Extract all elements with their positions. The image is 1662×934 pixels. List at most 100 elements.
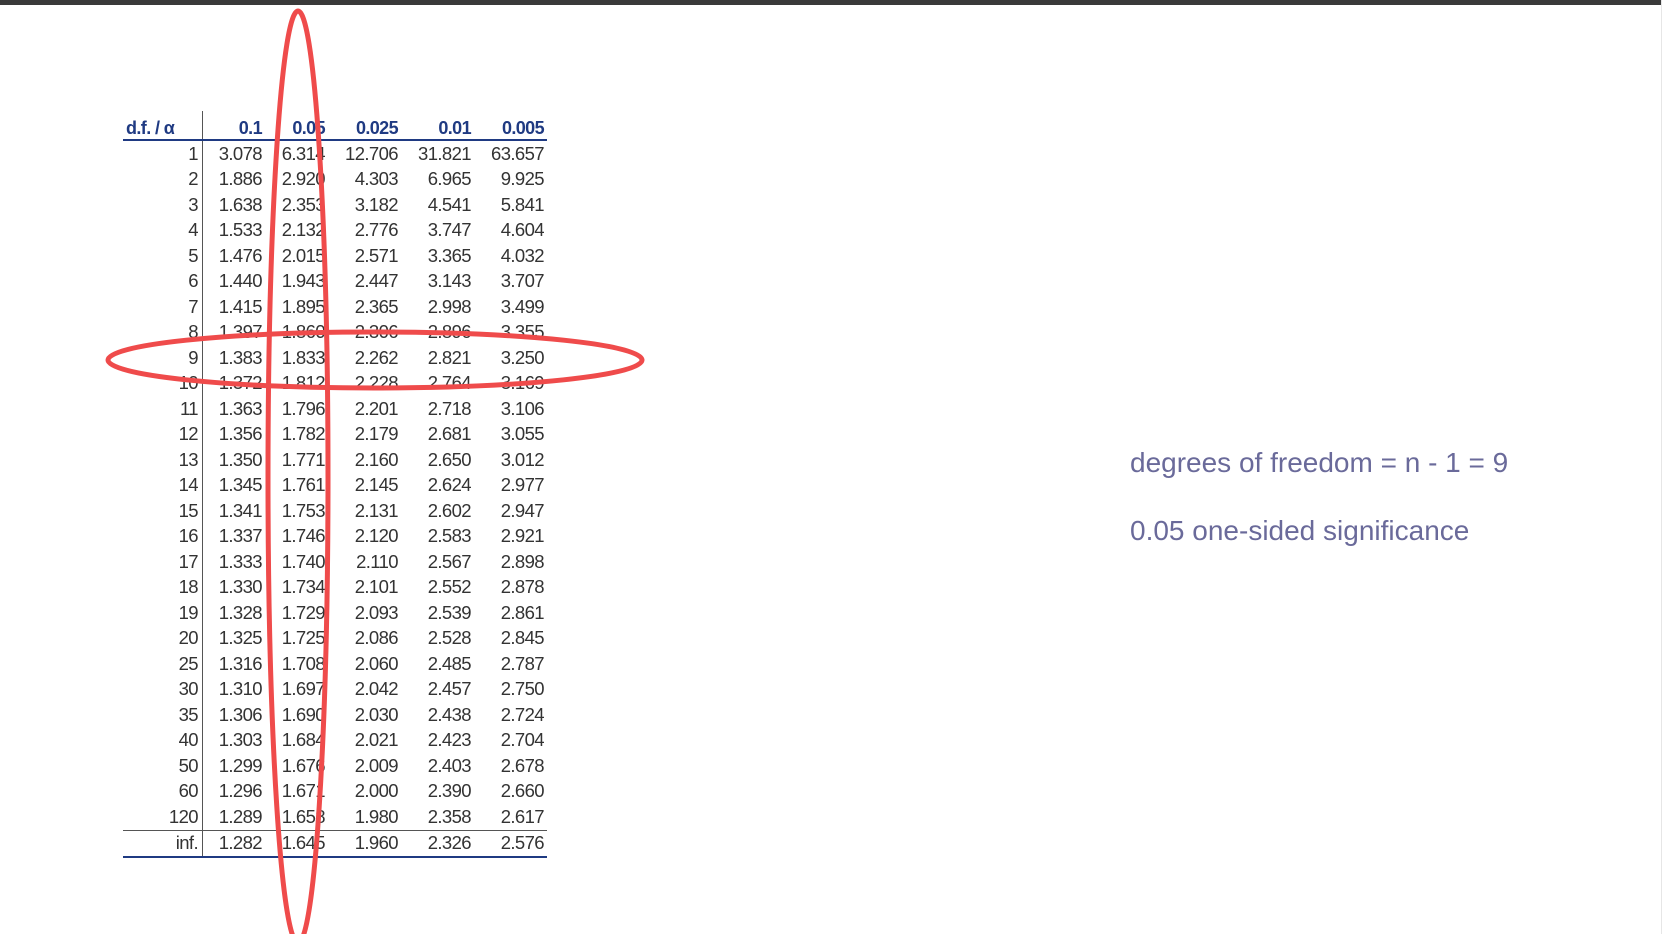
critical-value-cell: 2.896: [427, 321, 472, 343]
critical-value-cell: 1.943: [281, 270, 326, 292]
df-cell: 50: [123, 753, 203, 779]
df-cell: 25: [123, 651, 203, 677]
table-row: 7 1.415 1.895 2.365 2.998 3.499: [123, 294, 547, 320]
critical-value-cell: 3.250: [500, 346, 545, 368]
df-cell: 9: [123, 345, 203, 371]
table-row: 2 1.886 2.920 4.303 6.965 9.925: [123, 166, 547, 192]
table-row: 35 1.306 1.690 2.030 2.438 2.724: [123, 702, 547, 728]
critical-value-cell: 2.326: [401, 830, 474, 858]
critical-value-cell: 2.447: [354, 270, 399, 292]
table-row: 30 1.310 1.697 2.042 2.457 2.750: [123, 676, 547, 702]
critical-value-cell: 2.306: [354, 321, 399, 343]
critical-value-cell: 2.998: [427, 295, 472, 317]
header-alpha-0.005: 0.005: [474, 111, 547, 141]
critical-value-cell: 1.325: [218, 627, 263, 649]
header-alpha-0.025: 0.025: [328, 111, 401, 141]
critical-value-cell: 2.423: [427, 729, 472, 751]
critical-value-cell: 1.345: [218, 474, 263, 496]
t-distribution-table: d.f. / α 0.1 0.05 0.025 0.01 0.005 1 3.07…: [123, 111, 547, 858]
critical-value-cell: 2.000: [354, 780, 399, 802]
df-cell: 10: [123, 370, 203, 396]
table-row: 12 1.356 1.782 2.179 2.681 3.055: [123, 421, 547, 447]
df-cell: 2: [123, 166, 203, 192]
critical-value-cell: 2.042: [354, 678, 399, 700]
critical-value-cell: 2.086: [354, 627, 399, 649]
table-row: 8 1.397 1.860 2.306 2.896 3.355: [123, 319, 547, 345]
critical-value-cell: 4.541: [427, 193, 472, 215]
table-header-row: d.f. / α 0.1 0.05 0.025 0.01 0.005: [123, 111, 547, 141]
critical-value-cell: 3.499: [500, 295, 545, 317]
table-row: 16 1.337 1.746 2.120 2.583 2.921: [123, 523, 547, 549]
critical-value-cell: 2.093: [354, 601, 399, 623]
critical-value-cell: 1.341: [218, 499, 263, 521]
critical-value-cell: 2.015: [281, 244, 326, 266]
df-cell: 19: [123, 600, 203, 626]
critical-value-cell: 12.706: [345, 142, 399, 164]
critical-value-cell: 1.761: [281, 474, 326, 496]
table-row: 120 1.289 1.658 1.980 2.358 2.617: [123, 804, 547, 831]
critical-value-cell: 2.485: [427, 652, 472, 674]
table-row: 17 1.333 1.740 2.110 2.567 2.898: [123, 549, 547, 575]
df-cell: 120: [123, 804, 203, 831]
critical-value-cell: 2.764: [427, 372, 472, 394]
critical-value-cell: 4.032: [500, 244, 545, 266]
critical-value-cell: 1.476: [218, 244, 263, 266]
df-cell: 16: [123, 523, 203, 549]
df-cell: 15: [123, 498, 203, 524]
critical-value-cell: 2.718: [427, 397, 472, 419]
critical-value-cell: 2.403: [427, 754, 472, 776]
critical-value-cell: 3.143: [427, 270, 472, 292]
critical-value-cell: 2.365: [354, 295, 399, 317]
critical-value-cell: 2.131: [354, 499, 399, 521]
critical-value-cell: 2.060: [354, 652, 399, 674]
df-cell: 3: [123, 192, 203, 218]
critical-value-cell: 1.333: [218, 550, 263, 572]
critical-value-cell: 2.660: [500, 780, 545, 802]
critical-value-cell: 2.724: [500, 703, 545, 725]
critical-value-cell: 2.583: [427, 525, 472, 547]
table-row: 15 1.341 1.753 2.131 2.602 2.947: [123, 498, 547, 524]
critical-value-cell: 3.365: [427, 244, 472, 266]
critical-value-cell: 1.812: [281, 372, 326, 394]
critical-value-cell: 1.746: [281, 525, 326, 547]
critical-value-cell: 1.753: [281, 499, 326, 521]
table-row: inf. 1.282 1.645 1.960 2.326 2.576: [123, 830, 547, 858]
critical-value-cell: 2.704: [500, 729, 545, 751]
critical-value-cell: 1.708: [281, 652, 326, 674]
header-alpha-0.01: 0.01: [401, 111, 474, 141]
critical-value-cell: 2.617: [474, 804, 547, 831]
critical-value-cell: 2.132: [281, 219, 326, 241]
df-cell: 18: [123, 574, 203, 600]
critical-value-cell: 6.314: [281, 142, 326, 164]
df-cell: 5: [123, 243, 203, 269]
critical-value-cell: 2.160: [354, 448, 399, 470]
critical-value-cell: 1.771: [281, 448, 326, 470]
critical-value-cell: 1.960: [328, 830, 401, 858]
critical-value-cell: 2.920: [281, 168, 326, 190]
critical-value-cell: 2.228: [354, 372, 399, 394]
header-df-alpha: d.f. / α: [123, 111, 203, 141]
table-row: 40 1.303 1.684 2.021 2.423 2.704: [123, 727, 547, 753]
critical-value-cell: 2.650: [427, 448, 472, 470]
critical-value-cell: 2.750: [500, 678, 545, 700]
critical-value-cell: 2.552: [427, 576, 472, 598]
critical-value-cell: 1.690: [281, 703, 326, 725]
table-row: 11 1.363 1.796 2.201 2.718 3.106: [123, 396, 547, 422]
critical-value-cell: 2.571: [354, 244, 399, 266]
critical-value-cell: 1.645: [265, 830, 328, 858]
table-row: 60 1.296 1.671 2.000 2.390 2.660: [123, 778, 547, 804]
table-row: 20 1.325 1.725 2.086 2.528 2.845: [123, 625, 547, 651]
critical-value-cell: 1.330: [218, 576, 263, 598]
critical-value-cell: 1.303: [218, 729, 263, 751]
critical-value-cell: 4.303: [354, 168, 399, 190]
critical-value-cell: 2.898: [500, 550, 545, 572]
critical-value-cell: 1.337: [218, 525, 263, 547]
df-cell: inf.: [123, 830, 203, 858]
critical-value-cell: 1.886: [218, 168, 263, 190]
df-cell: 20: [123, 625, 203, 651]
critical-value-cell: 1.729: [281, 601, 326, 623]
critical-value-cell: 1.356: [218, 423, 263, 445]
critical-value-cell: 2.438: [427, 703, 472, 725]
critical-value-cell: 1.782: [281, 423, 326, 445]
critical-value-cell: 31.821: [418, 142, 472, 164]
